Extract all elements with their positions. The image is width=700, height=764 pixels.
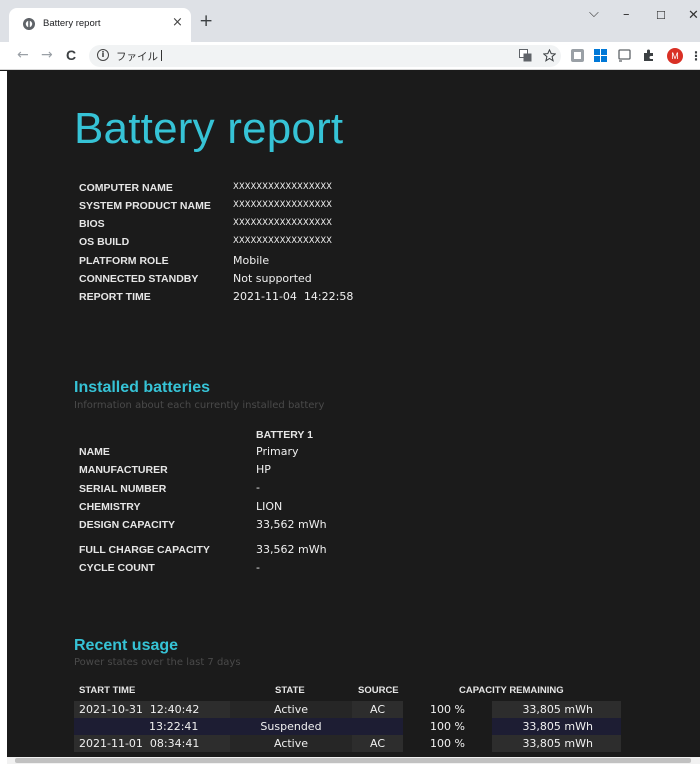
extensions-puzzle-icon[interactable] [642, 49, 655, 62]
battery-column-header: BATTERY 1 [256, 429, 313, 441]
report-time-value: 2021-11-04 14:22:58 [233, 290, 354, 303]
reload-button[interactable]: C [66, 47, 76, 63]
system-product-name-label: SYSTEM PRODUCT NAME [79, 200, 211, 212]
address-text[interactable]: ファイル [116, 49, 162, 64]
chemistry-value: LION [256, 500, 283, 513]
row-state: Active [230, 735, 352, 752]
tab-close-icon[interactable]: × [172, 15, 183, 31]
platform-role-label: PLATFORM ROLE [79, 255, 169, 267]
bios-label: BIOS [79, 218, 105, 230]
os-build-label: OS BUILD [79, 236, 130, 248]
tab-title: Battery report [43, 18, 101, 29]
installed-batteries-subheading: Information about each currently install… [74, 400, 325, 411]
bookmark-star-icon[interactable] [543, 49, 556, 62]
table-row: 2021-11-01 08:34:41 Active AC 100 % 33,8… [74, 735, 621, 752]
os-build-value: XXXXXXXXXXXXXXXXX [233, 236, 332, 246]
page-title: Battery report [74, 104, 344, 153]
menu-kebab-icon[interactable]: ⋮ [690, 48, 700, 64]
computer-name-label: COMPUTER NAME [79, 182, 173, 194]
translate-icon[interactable] [519, 49, 532, 62]
cycle-count-value: - [256, 561, 260, 574]
row-state: Active [230, 701, 352, 718]
serial-number-value: - [256, 481, 260, 494]
chemistry-label: CHEMISTRY [79, 501, 141, 513]
row-start-time: 2021-11-01 08:34:41 [74, 735, 230, 752]
table-row: 13:22:41 Suspended 100 % 33,805 mWh [74, 718, 621, 735]
row-energy: 33,805 mWh [492, 735, 621, 752]
full-charge-capacity-value: 33,562 mWh [256, 543, 327, 556]
row-percent: 100 % [403, 735, 492, 752]
design-capacity-value: 33,562 mWh [256, 518, 327, 531]
row-energy: 33,805 mWh [492, 701, 621, 718]
forward-button[interactable]: → [41, 47, 53, 63]
start-time-column-header: START TIME [79, 685, 136, 696]
recent-usage-subheading: Power states over the last 7 days [74, 657, 241, 668]
recent-usage-heading: Recent usage [74, 637, 179, 654]
row-source [352, 718, 403, 735]
battery-name-value: Primary [256, 445, 299, 458]
battery-name-label: NAME [79, 446, 110, 458]
row-percent: 100 % [403, 718, 492, 735]
row-start-time: 13:22:41 [74, 718, 230, 735]
extension-pdf-icon[interactable] [571, 49, 584, 62]
manufacturer-label: MANUFACTURER [79, 464, 168, 476]
extension-windows-icon[interactable] [594, 49, 607, 62]
back-button[interactable]: ← [17, 47, 29, 63]
source-column-header: SOURCE [358, 685, 399, 696]
full-charge-capacity-label: FULL CHARGE CAPACITY [79, 544, 210, 556]
browser-toolbar: ← → C i ファイル M ⋮ [0, 42, 700, 70]
computer-name-value: XXXXXXXXXXXXXXXXX [233, 182, 332, 192]
installed-batteries-heading: Installed batteries [74, 379, 211, 396]
cycle-count-label: CYCLE COUNT [79, 562, 155, 574]
row-source: AC [352, 735, 403, 752]
row-source: AC [352, 701, 403, 718]
maximize-button[interactable]: ☐ [656, 8, 666, 24]
connected-standby-label: CONNECTED STANDBY [79, 273, 199, 285]
close-window-button[interactable]: ✕ [688, 8, 699, 24]
capacity-column-header: CAPACITY REMAINING [459, 685, 564, 696]
row-percent: 100 % [403, 701, 492, 718]
bios-value: XXXXXXXXXXXXXXXXX [233, 218, 332, 228]
minimize-button[interactable]: – [623, 7, 630, 23]
system-product-name-value: XXXXXXXXXXXXXXXXX [233, 200, 332, 210]
row-energy: 33,805 mWh [492, 718, 621, 735]
address-bar[interactable]: i ファイル [89, 45, 561, 67]
browser-tab[interactable]: Battery report × [9, 8, 191, 42]
scrollbar-thumb[interactable] [15, 758, 691, 763]
connected-standby-value: Not supported [233, 272, 312, 285]
serial-number-label: SERIAL NUMBER [79, 483, 167, 495]
tab-search-icon[interactable]: ⌵ [589, 6, 599, 22]
platform-role-value: Mobile [233, 254, 270, 267]
new-tab-button[interactable]: + [199, 13, 213, 30]
manufacturer-value: HP [256, 463, 271, 476]
cast-icon[interactable] [618, 49, 631, 62]
horizontal-scrollbar[interactable] [7, 757, 700, 764]
design-capacity-label: DESIGN CAPACITY [79, 519, 176, 531]
tab-strip: Battery report × + ⌵ – ☐ ✕ [0, 0, 700, 42]
state-column-header: STATE [275, 685, 305, 696]
row-state: Suspended [230, 718, 352, 735]
report-time-label: REPORT TIME [79, 291, 151, 303]
table-row: 2021-10-31 12:40:42 Active AC 100 % 33,8… [74, 701, 621, 718]
info-icon[interactable]: i [97, 49, 109, 61]
globe-icon [23, 18, 35, 30]
profile-avatar[interactable]: M [667, 48, 683, 64]
row-start-time: 2021-10-31 12:40:42 [74, 701, 230, 718]
